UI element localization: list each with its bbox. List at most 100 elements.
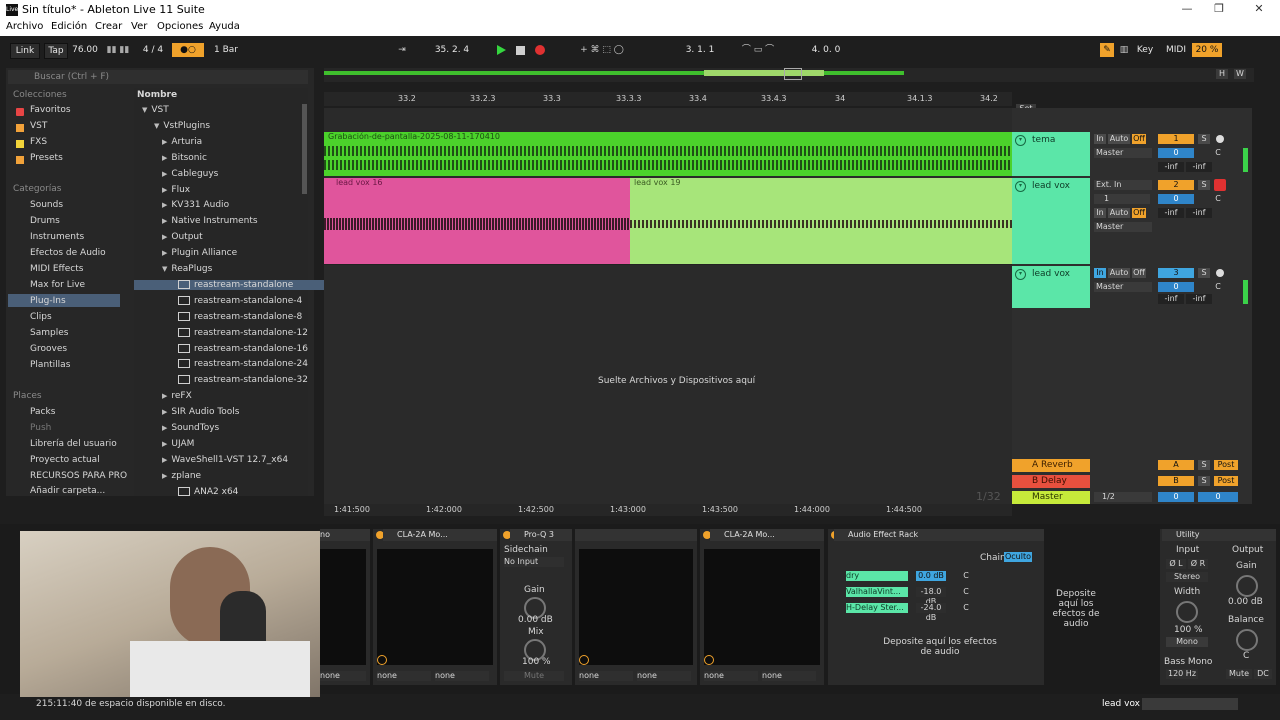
stop-icon[interactable] [516, 46, 525, 55]
chain-dry-pan[interactable]: C [960, 571, 972, 581]
midi-map-button[interactable]: MIDI [1164, 43, 1188, 57]
fold-icon[interactable]: ▾ [1015, 269, 1026, 280]
device-partial[interactable]: no none [320, 529, 370, 685]
device-in-select[interactable]: none [704, 671, 758, 681]
place-user-library[interactable]: Librería del usuario [30, 439, 117, 449]
category-plantillas[interactable]: Plantillas [30, 360, 70, 370]
clip-lead-vox-16[interactable]: lead vox 16 [324, 178, 630, 264]
tree-item[interactable]: ▶ WaveShell1-VST 12.7_x64 [162, 455, 288, 465]
place-resources-folder[interactable]: RECURSOS PARA PRO [30, 471, 127, 481]
track-name[interactable]: tema [1032, 135, 1055, 145]
category-plug-ins[interactable]: Plug-Ins [30, 296, 66, 306]
tree-item[interactable]: ▶ Native Instruments [162, 216, 258, 226]
tree-item[interactable]: ▼ VST [142, 105, 169, 115]
follow-icon[interactable]: ⇥ [392, 43, 412, 57]
tempo-field[interactable]: 76.00 [70, 43, 100, 57]
chain-valhalla-pan[interactable]: C [960, 587, 972, 597]
tree-item[interactable]: ANA2 x64 [178, 486, 238, 497]
tree-item[interactable]: ▶ reFX [162, 391, 192, 401]
device-proq3[interactable]: Pro-Q 3 Sidechain No Input Gain 0.00 dB … [500, 529, 572, 685]
key-map-button[interactable]: Key [1134, 43, 1156, 57]
expanded-arrow-icon[interactable]: ▼ [154, 122, 159, 130]
device-in-select[interactable]: none [377, 671, 431, 681]
return-a-solo[interactable]: S [1198, 460, 1210, 470]
tree-item[interactable]: reastream-standalone-32 [178, 375, 308, 385]
menu-archivo[interactable]: Archivo [6, 21, 43, 32]
metronome-button[interactable]: ●○ [172, 43, 204, 57]
beat-ruler[interactable]: 33.2 33.2.3 33.3 33.3.3 33.4 33.4.3 34 3… [324, 92, 1012, 106]
tree-item[interactable]: reastream-standalone-4 [178, 295, 302, 306]
menu-edicion[interactable]: Edición [51, 21, 87, 32]
tree-item[interactable]: ▶ UJAM [162, 439, 194, 449]
pan-field[interactable]: C [1198, 148, 1238, 158]
record-icon[interactable] [535, 45, 545, 55]
quantize-select[interactable]: 1 Bar [208, 43, 244, 57]
tree-item[interactable]: reastream-standalone-16 [178, 343, 308, 354]
device-cla2a-1[interactable]: CLA-2A Mo... none none [373, 529, 497, 685]
track-activator[interactable]: 2 [1158, 180, 1194, 190]
output-route-select[interactable]: Master [1094, 222, 1152, 232]
collapsed-arrow-icon[interactable]: ▶ [162, 217, 167, 225]
lane-lead-vox-2[interactable] [324, 264, 1012, 309]
link-button[interactable]: Link [10, 43, 40, 59]
collapsed-arrow-icon[interactable]: ▶ [162, 186, 167, 194]
loop-tools-icon[interactable]: ⌒ ▭ ⌒ [730, 43, 786, 57]
collapsed-arrow-icon[interactable]: ▶ [162, 201, 167, 209]
device-utility[interactable]: Utility Input Output Ø L Ø R Stereo Widt… [1160, 529, 1276, 685]
mute-button[interactable]: Mute [1226, 669, 1252, 679]
minimize-button[interactable]: — [1172, 2, 1202, 18]
phase-left-button[interactable]: Ø L [1166, 559, 1186, 569]
solo-button[interactable]: S [1198, 268, 1210, 278]
tree-item[interactable]: ▶ SIR Audio Tools [162, 407, 239, 417]
nudge-icon[interactable]: ▮▮ ▮▮ [104, 43, 132, 57]
device-out-select[interactable]: none [637, 671, 691, 681]
category-clips[interactable]: Clips [30, 312, 52, 322]
volume-field[interactable]: 0 [1158, 148, 1194, 158]
output-route-select[interactable]: Master [1094, 282, 1152, 292]
chain-h-delay[interactable]: H-Delay Ster... [846, 603, 908, 613]
collapsed-arrow-icon[interactable]: ▶ [162, 472, 167, 480]
input-off-button[interactable]: Off [1132, 208, 1146, 218]
play-icon[interactable] [497, 45, 506, 55]
menu-opciones[interactable]: Opciones [157, 21, 203, 32]
device-audio-effect-rack[interactable]: Audio Effect Rack Chain Oculto dry 0.0 d… [828, 529, 1100, 685]
device-cla2a-2[interactable]: CLA-2A Mo... none none [700, 529, 824, 685]
expanded-arrow-icon[interactable]: ▼ [162, 265, 167, 273]
collapsed-arrow-icon[interactable]: ▶ [162, 392, 167, 400]
tree-item[interactable]: reastream-standalone-24 [178, 359, 308, 369]
input-in-button[interactable]: In [1094, 208, 1106, 218]
tree-item[interactable]: ▶ Output [162, 232, 203, 242]
category-max-for-live[interactable]: Max for Live [30, 280, 85, 290]
input-off-button[interactable]: Off [1132, 134, 1146, 144]
master-volume[interactable]: 0 [1158, 492, 1194, 502]
track-header-lead-vox-2[interactable]: ▾ lead vox [1012, 266, 1090, 308]
chain-hidden-toggle[interactable]: Oculto [1004, 552, 1032, 562]
tree-item[interactable]: ▶ Bitsonic [162, 153, 207, 163]
tree-item[interactable]: reastream-standalone-8 [178, 311, 302, 322]
phase-right-button[interactable]: Ø R [1188, 559, 1208, 569]
fold-icon[interactable]: ▾ [1015, 181, 1026, 192]
maximize-button[interactable]: ❐ [1204, 2, 1234, 18]
chain-valhalla-volume[interactable]: -18.0 dB [916, 587, 946, 606]
master-pan[interactable]: 0 [1198, 492, 1238, 502]
track-overview-mini[interactable] [1142, 698, 1238, 710]
tree-item[interactable]: ▶ Arturia [162, 137, 202, 147]
collection-vst[interactable]: VST [30, 121, 47, 131]
time-ruler[interactable]: 1:41:500 1:42:000 1:42:500 1:43:000 1:43… [324, 504, 1012, 516]
device-in-select[interactable]: none [579, 671, 633, 681]
collapsed-arrow-icon[interactable]: ▶ [162, 154, 167, 162]
mute-button[interactable]: Mute [504, 671, 564, 681]
arm-icon[interactable] [1216, 269, 1224, 277]
tree-item[interactable]: ▶ Plugin Alliance [162, 248, 237, 258]
return-a-header[interactable]: A Reverb [1012, 459, 1090, 472]
sidechain-input-select[interactable]: No Input [504, 557, 564, 567]
collapsed-arrow-icon[interactable]: ▶ [162, 456, 167, 464]
stereo-mode-select[interactable]: Stereo [1166, 572, 1208, 582]
w-button[interactable]: W [1234, 69, 1246, 79]
menu-crear[interactable]: Crear [95, 21, 122, 32]
collapsed-arrow-icon[interactable]: ▶ [162, 440, 167, 448]
expanded-arrow-icon[interactable]: ▼ [142, 106, 147, 114]
chain-h-delay-pan[interactable]: C [960, 603, 972, 613]
input-auto-button[interactable]: Auto [1108, 134, 1130, 144]
balance-knob[interactable] [1236, 629, 1258, 651]
